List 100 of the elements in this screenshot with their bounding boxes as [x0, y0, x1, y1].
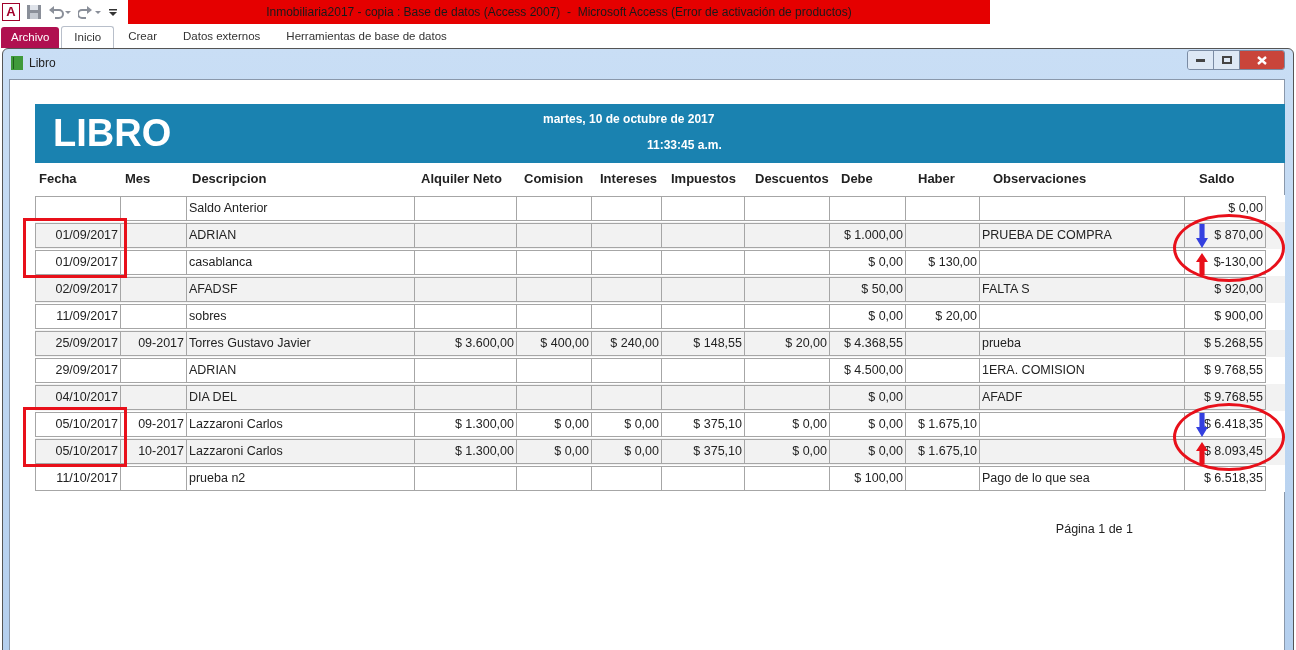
report-time: 11:33:45 a.m. [647, 137, 722, 154]
table-cell: $ 0,00 [591, 439, 662, 464]
save-icon[interactable] [26, 4, 42, 20]
table-cell: ADRIAN [186, 358, 415, 383]
table-cell: $ 9.768,55 [1184, 358, 1266, 383]
table-cell: $ 1.675,10 [905, 439, 980, 464]
table-cell: AFADSF [186, 277, 415, 302]
table-cell: $ 20,00 [744, 331, 830, 356]
table-cell: Torres Gustavo Javier [186, 331, 415, 356]
table-cell: 05/10/2017 [35, 439, 121, 464]
ribbon-tab[interactable]: Herramientas de base de datos [274, 26, 459, 48]
table-cell: casablanca [186, 250, 415, 275]
table-cell: $ 375,10 [661, 439, 745, 464]
column-header: Alquiler Neto [420, 170, 503, 189]
table-cell: 10-2017 [120, 439, 187, 464]
table-cell: $ 130,00 [905, 250, 980, 275]
column-header: Debe [840, 170, 874, 189]
maximize-button[interactable] [1214, 51, 1240, 69]
ribbon-tab[interactable]: Archivo [1, 27, 60, 48]
table-cell: 29/09/2017 [35, 358, 121, 383]
table-cell: $ 1.300,00 [414, 439, 517, 464]
table-cell: 11/10/2017 [35, 466, 121, 491]
app-icon[interactable]: A [2, 3, 20, 21]
table-cell: $ 0,00 [829, 250, 906, 275]
table-cell: Lazzaroni Carlos [186, 412, 415, 437]
table-cell: Saldo Anterior [186, 196, 415, 221]
report-date: martes, 10 de octubre de 2017 [543, 111, 715, 128]
table-cell: 01/09/2017 [35, 223, 121, 248]
table-cell: Lazzaroni Carlos [186, 439, 415, 464]
table-cell: $ 920,00 [1184, 277, 1266, 302]
table-cell: $ 20,00 [905, 304, 980, 329]
page-number: Página 1 de 1 [1055, 521, 1133, 538]
table-cell: 04/10/2017 [35, 385, 121, 410]
table-cell [591, 277, 662, 302]
table-cell: 11/09/2017 [35, 304, 121, 329]
table-cell: DIA DEL [186, 385, 415, 410]
table-cell: 01/09/2017 [35, 250, 121, 275]
table-cell: $ 0,00 [829, 385, 906, 410]
table-cell: $ 5.268,55 [1184, 331, 1266, 356]
table-cell [591, 466, 662, 491]
table-cell: PRUEBA DE COMPRA [979, 223, 1185, 248]
table-cell: Pago de lo que sea [979, 466, 1185, 491]
table-cell [120, 358, 187, 383]
column-header: Mes [124, 170, 152, 189]
table-cell: $ 0,00 [516, 439, 592, 464]
table-cell: $ 50,00 [829, 277, 906, 302]
table-cell: $ 0,00 [744, 439, 830, 464]
table-cell [591, 223, 662, 248]
table-cell: ADRIAN [186, 223, 415, 248]
table-cell: FALTA S [979, 277, 1185, 302]
title-bar: Inmobiliaria2017 - copia : Base de datos (Access 2007) - Microsoft Access (Error de activación de productos) [128, 0, 990, 24]
table-cell: 09-2017 [120, 412, 187, 437]
table-cell: 25/09/2017 [35, 331, 121, 356]
table-cell: $ 1.300,00 [414, 412, 517, 437]
ribbon-tab[interactable]: Inicio [61, 26, 115, 48]
table-cell: $ 900,00 [1184, 304, 1266, 329]
ribbon-tab[interactable]: Crear [116, 26, 169, 48]
table-cell: $ 0,00 [829, 304, 906, 329]
column-header: Impuestos [670, 170, 737, 189]
table-cell: $ 0,00 [744, 412, 830, 437]
table-cell: 02/09/2017 [35, 277, 121, 302]
ribbon-tab[interactable]: Datos externos [171, 26, 273, 48]
undo-icon[interactable] [48, 4, 72, 20]
table-cell [120, 196, 187, 221]
table-cell: prueba n2 [186, 466, 415, 491]
close-button[interactable] [1240, 51, 1284, 69]
column-header: Comision [523, 170, 585, 189]
window-title: Libro [29, 55, 56, 72]
table-cell: 1ERA. COMISION [979, 358, 1185, 383]
table-cell: $ 0,00 [829, 439, 906, 464]
table-cell: $ 375,10 [661, 412, 745, 437]
table-cell [120, 385, 187, 410]
column-header: Intereses [599, 170, 659, 189]
table-cell: 05/10/2017 [35, 412, 121, 437]
table-cell: $ 0,00 [591, 412, 662, 437]
column-header: Descripcion [191, 170, 268, 189]
column-header: Saldo [1198, 170, 1236, 189]
table-cell: $ 1.000,00 [829, 223, 906, 248]
table-cell: $ 3.600,00 [414, 331, 517, 356]
column-header: Fecha [38, 170, 78, 189]
table-cell: $ 148,55 [661, 331, 745, 356]
redo-icon[interactable] [78, 4, 102, 20]
column-header: Haber [917, 170, 956, 189]
minimize-button[interactable] [1188, 51, 1214, 69]
table-cell: $ 6.518,35 [1184, 466, 1266, 491]
table-cell [120, 277, 187, 302]
table-cell: $ 0,00 [829, 412, 906, 437]
column-header: Descuentos [754, 170, 830, 189]
table-cell: AFADF [979, 385, 1185, 410]
book-icon [11, 56, 23, 70]
table-cell: $ 240,00 [591, 331, 662, 356]
table-cell [591, 385, 662, 410]
table-cell: $ 0,00 [516, 412, 592, 437]
table-cell: $ 9.768,55 [1184, 385, 1266, 410]
table-cell: $ 4.368,55 [829, 331, 906, 356]
table-cell: $ 0,00 [1184, 196, 1266, 221]
column-header: Observaciones [992, 170, 1088, 189]
table-cell [591, 304, 662, 329]
table-cell [591, 250, 662, 275]
table-cell [120, 304, 187, 329]
